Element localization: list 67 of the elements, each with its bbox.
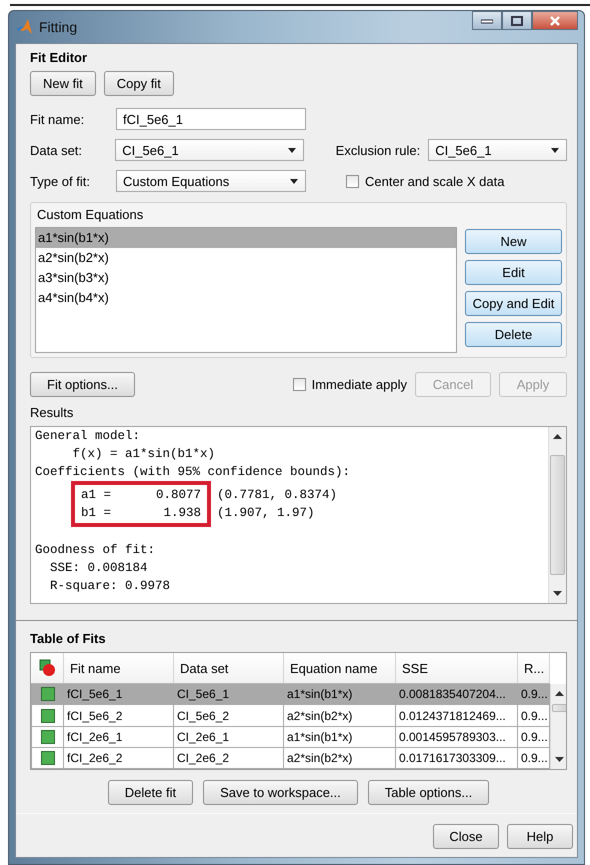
table-cell: CI_2e6_2: [174, 747, 284, 768]
field-label: Exclusion rule:: [336, 142, 420, 158]
footer-button[interactable]: Help: [507, 824, 573, 849]
equation-item[interactable]: a4*sin(b4*x): [36, 288, 456, 308]
equation-button[interactable]: Edit: [465, 260, 562, 285]
equation-button[interactable]: New: [465, 229, 562, 254]
data-set-dropdown[interactable]: CI_5e6_1: [115, 139, 304, 161]
fit-name-field[interactable]: fCI_5e6_1: [116, 108, 306, 130]
column-header[interactable]: Data set: [174, 653, 284, 684]
equation-item[interactable]: a3*sin(b3*x): [36, 268, 456, 288]
table-button[interactable]: Delete fit: [108, 780, 194, 805]
table-cell: fCI_5e6_2: [64, 704, 174, 726]
table-button[interactable]: Table options...: [368, 780, 490, 805]
checkbox-label: Immediate apply: [312, 377, 407, 392]
exclusion-rule-dropdown[interactable]: CI_5e6_1: [428, 139, 568, 161]
table-cell: CI_2e6_1: [174, 726, 284, 748]
table-cell: 0.0014595789303...: [396, 726, 518, 748]
window-title: Fitting: [39, 19, 78, 35]
column-header[interactable]: Fit name: [64, 653, 174, 684]
result-line: General model:: [35, 428, 142, 445]
equation-button[interactable]: Copy and Edit: [465, 291, 562, 316]
column-header[interactable]: Equation name: [284, 653, 396, 684]
field-label: Type of fit:: [30, 174, 91, 188]
column-header[interactable]: R...: [518, 653, 550, 684]
coefficient-value: a1 = 0.8077: [81, 487, 202, 504]
table-cell: 0.0171617303309...: [396, 747, 518, 768]
results-label: Results: [30, 405, 74, 420]
table-row[interactable]: fCI_5e6_1 CI_5e6_1 a1*sin(b1*x) 0.0081835407204... 0.9...: [32, 684, 550, 705]
result-line: Coefficients (with 95% confidence bounds):: [35, 464, 352, 481]
confidence-bounds: (0.7781, 0.8374): [217, 487, 338, 504]
coefficient-value: b1 = 1.938: [81, 505, 202, 522]
checkbox-label: Center and scale X data: [365, 174, 504, 188]
table-cell: 0.0124371812469...: [396, 704, 518, 726]
confidence-bounds: (1.907, 1.97): [217, 505, 316, 522]
fit-button[interactable]: New fit: [30, 71, 96, 96]
field-label: Data set:: [30, 142, 84, 158]
field-label: Fit name:: [30, 112, 86, 126]
section-title: Fit Editor: [30, 50, 88, 65]
result-line: SSE: 0.008184: [49, 560, 149, 577]
table-cell: CI_5e6_1: [174, 684, 284, 705]
table-cell: fCI_2e6_2: [64, 747, 174, 768]
equation-item[interactable]: a2*sin(b2*x): [36, 248, 456, 268]
section-title: Table of Fits: [30, 631, 107, 646]
table-row[interactable]: fCI_5e6_2 CI_5e6_2 a2*sin(b2*x) 0.0124371812469... 0.9...: [32, 704, 550, 726]
table-cell: 0.9...: [518, 684, 550, 705]
result-line: f(x) = a1*sin(b1*x): [72, 446, 216, 463]
equation-item[interactable]: a1*sin(b1*x): [36, 228, 456, 248]
table-cell: a2*sin(b2*x): [284, 747, 396, 768]
table-cell: a2*sin(b2*x): [284, 704, 396, 726]
fit-type-dropdown[interactable]: Custom Equations: [116, 170, 306, 192]
group-title: Custom Equations: [36, 207, 144, 224]
footer-button[interactable]: Close: [433, 824, 499, 849]
equation-button[interactable]: Delete: [465, 322, 562, 347]
table-row[interactable]: fCI_2e6_1 CI_2e6_1 a1*sin(b1*x) 0.0014595789303... 0.9...: [32, 726, 550, 748]
table-cell: CI_5e6_2: [174, 704, 284, 726]
fit-button[interactable]: Copy fit: [104, 71, 174, 96]
result-line: R-square: 0.9978: [49, 578, 172, 595]
fit-options-button[interactable]: Fit options...: [30, 372, 135, 397]
table-button[interactable]: Save to workspace...: [203, 780, 358, 805]
table-cell: fCI_2e6_1: [64, 726, 174, 748]
result-line: Goodness of fit:: [35, 542, 156, 559]
table-row[interactable]: fCI_2e6_2 CI_2e6_2 a2*sin(b2*x) 0.0171617303309... 0.9...: [32, 747, 550, 768]
table-cell: fCI_5e6_1: [64, 684, 174, 705]
column-header[interactable]: SSE: [396, 653, 518, 684]
table-cell: a1*sin(b1*x): [284, 684, 396, 705]
table-cell: a1*sin(b1*x): [284, 726, 396, 748]
table-cell: 0.0081835407204...: [396, 684, 518, 705]
